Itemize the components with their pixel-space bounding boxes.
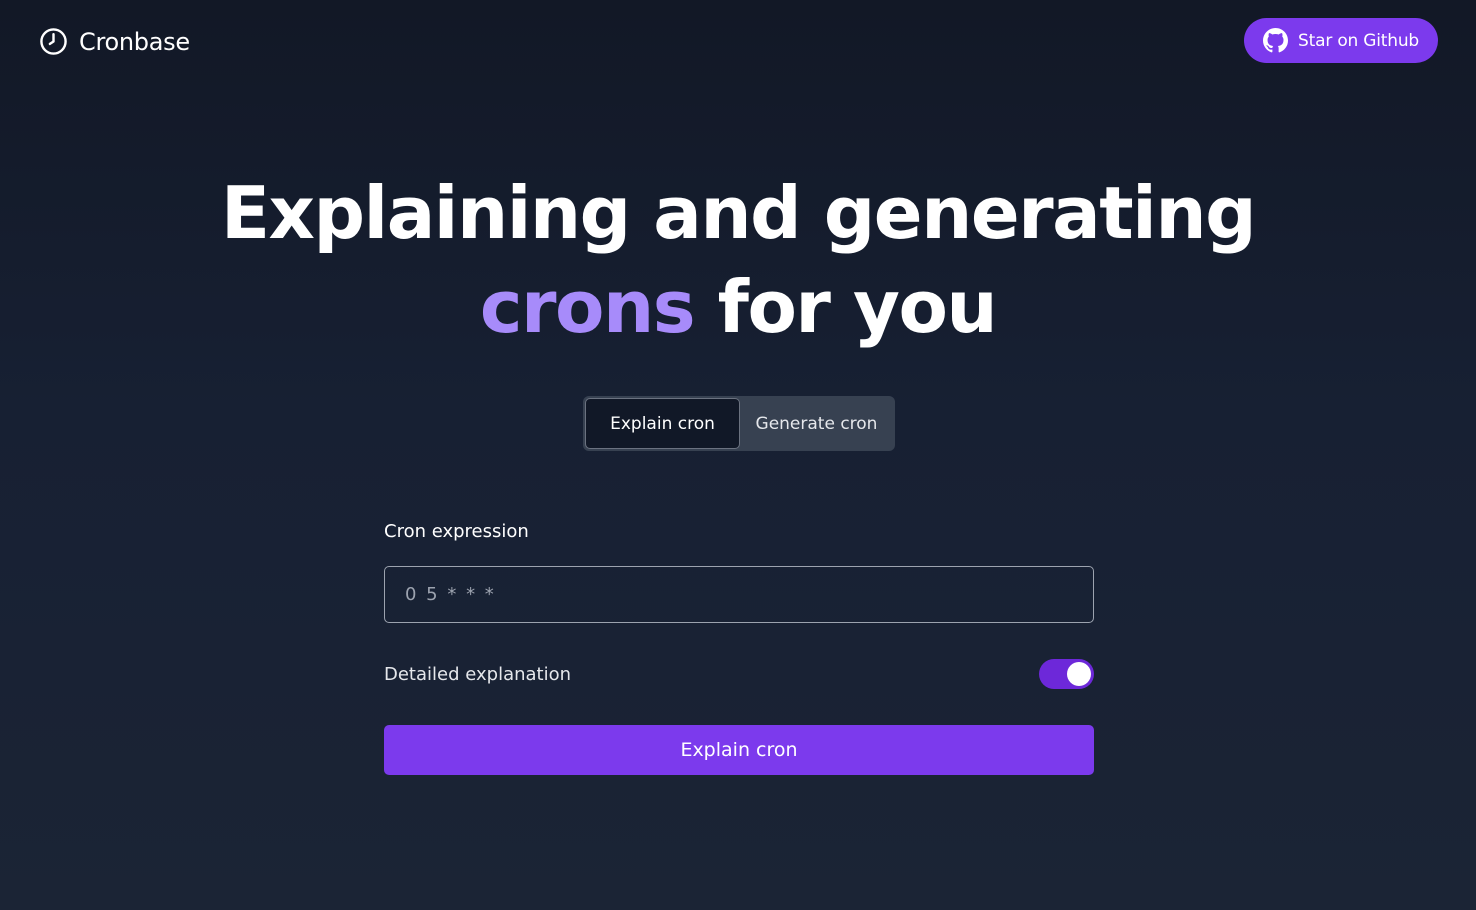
tab-explain-cron[interactable]: Explain cron <box>585 398 740 449</box>
detailed-explanation-label: Detailed explanation <box>384 663 572 685</box>
cron-expression-input[interactable] <box>384 566 1094 623</box>
hero-heading: Explaining and generating crons for you <box>0 166 1476 354</box>
clock-icon <box>40 28 67 55</box>
toggle-knob <box>1067 662 1091 686</box>
detailed-explanation-toggle[interactable] <box>1039 659 1094 689</box>
detailed-explanation-row: Detailed explanation <box>384 658 1094 690</box>
brand-logo-link[interactable]: Cronbase <box>39 27 190 56</box>
cron-expression-label: Cron expression <box>384 521 529 542</box>
hero-line-1: Explaining and generating <box>220 171 1257 255</box>
mode-tabs: Explain cron Generate cron <box>583 396 895 451</box>
explain-cron-button[interactable]: Explain cron <box>384 725 1094 775</box>
star-on-github-button[interactable]: Star on Github <box>1244 18 1438 63</box>
github-icon <box>1263 28 1289 53</box>
github-button-label: Star on Github <box>1298 30 1419 51</box>
hero-accent-word: crons <box>479 265 696 349</box>
brand-name: Cronbase <box>79 27 190 56</box>
top-bar: Cronbase Star on Github <box>0 0 1476 84</box>
explain-form: Cron expression Detailed explanation Exp… <box>384 518 1094 775</box>
hero-line-2: for you <box>694 265 998 349</box>
tab-generate-cron[interactable]: Generate cron <box>740 398 893 449</box>
